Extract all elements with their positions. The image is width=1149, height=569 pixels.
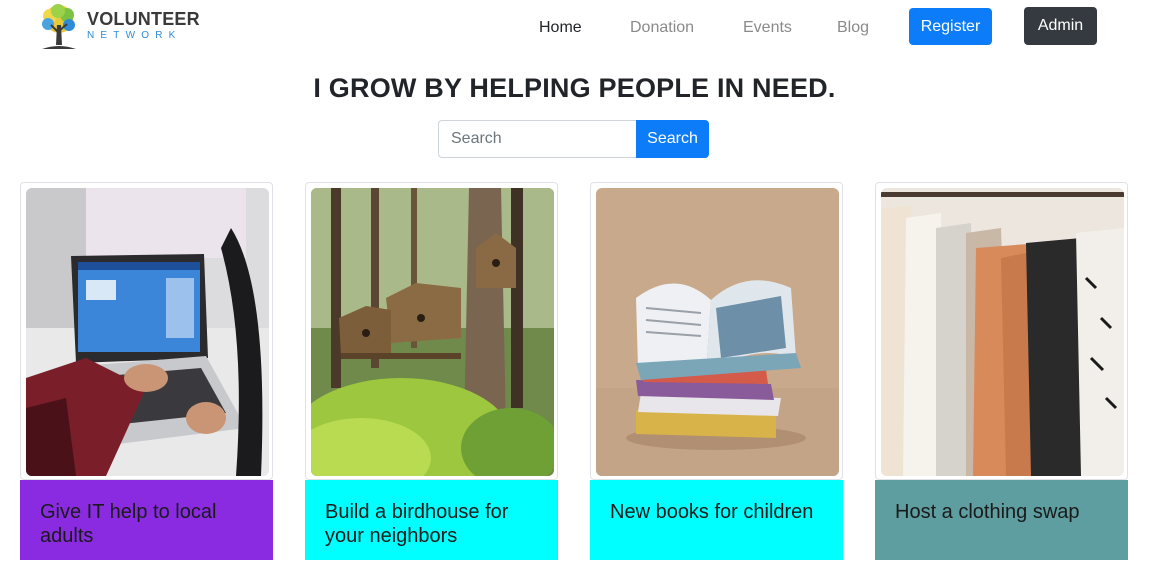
card-image-frame xyxy=(590,182,843,480)
card-title-panel: Give IT help to local adults xyxy=(20,480,273,560)
event-card[interactable]: Give IT help to local adults xyxy=(20,182,273,562)
card-title: Build a birdhouse for your neighbors xyxy=(325,501,509,547)
nav-events[interactable]: Events xyxy=(743,18,792,38)
event-card[interactable]: Host a clothing swap xyxy=(875,182,1128,562)
event-card[interactable]: New books for children xyxy=(590,182,843,562)
event-card[interactable]: Build a birdhouse for your neighbors xyxy=(305,182,558,562)
card-image-frame xyxy=(875,182,1128,480)
card-title: Give IT help to local adults xyxy=(40,501,217,547)
card-title: New books for children xyxy=(610,501,814,523)
navbar: VOLUNTEER NETWORK Home Donation Events B… xyxy=(0,0,1149,56)
brand-logo[interactable]: VOLUNTEER NETWORK xyxy=(34,3,204,53)
brand-title: VOLUNTEER xyxy=(87,9,200,29)
laptop-typing-photo xyxy=(26,188,269,476)
search-input[interactable] xyxy=(438,120,637,158)
card-image-frame xyxy=(305,182,558,480)
tree-icon xyxy=(42,4,76,49)
clothes-rack-photo xyxy=(881,188,1124,476)
register-button[interactable]: Register xyxy=(909,8,992,45)
card-title-panel: Host a clothing swap xyxy=(875,480,1128,560)
card-image-frame xyxy=(20,182,273,480)
brand-subtitle: NETWORK xyxy=(87,30,182,41)
nav-home[interactable]: Home xyxy=(539,18,582,38)
admin-button[interactable]: Admin xyxy=(1024,7,1097,45)
birdhouse-tree-photo xyxy=(311,188,554,476)
page-title: I GROW BY HELPING PEOPLE IN NEED. xyxy=(313,73,836,103)
books-stack-photo xyxy=(596,188,839,476)
card-title: Host a clothing swap xyxy=(895,501,1080,523)
card-title-panel: Build a birdhouse for your neighbors xyxy=(305,480,558,560)
card-title-panel: New books for children xyxy=(590,480,843,560)
search-button[interactable]: Search xyxy=(636,120,709,158)
nav-donation[interactable]: Donation xyxy=(630,18,694,38)
nav-blog[interactable]: Blog xyxy=(837,18,869,38)
